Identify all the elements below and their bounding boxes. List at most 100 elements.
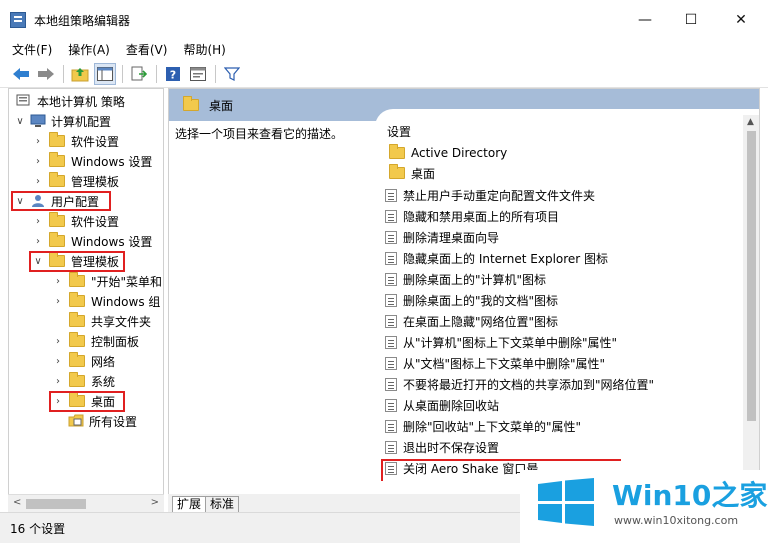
chevron-right-icon[interactable]: › bbox=[31, 236, 45, 247]
folder-icon bbox=[389, 144, 405, 159]
scrollbar-thumb[interactable] bbox=[26, 499, 86, 509]
filter-button[interactable] bbox=[221, 63, 243, 85]
list-item[interactable]: 隐藏和禁用桌面上的所有项目 bbox=[385, 206, 559, 226]
menu-file[interactable]: 文件(F) bbox=[12, 41, 52, 58]
list-item[interactable]: 从"计算机"图标上下文菜单中删除"属性" bbox=[385, 332, 617, 352]
chevron-right-icon[interactable]: › bbox=[31, 136, 45, 147]
watermark: Win10之家 www.win10xitong.com bbox=[520, 470, 768, 543]
chevron-right-icon[interactable]: › bbox=[51, 356, 65, 367]
tree-node-control-panel[interactable]: › 控制面板 bbox=[51, 331, 139, 351]
toolbar-separator bbox=[156, 64, 157, 83]
policy-setting-icon bbox=[385, 419, 397, 433]
list-item[interactable]: 删除清理桌面向导 bbox=[385, 227, 499, 247]
back-button[interactable] bbox=[10, 63, 32, 85]
chevron-right-icon[interactable]: › bbox=[31, 176, 45, 187]
tree-label: 本地计算机 策略 bbox=[37, 94, 125, 109]
list-item[interactable]: 删除桌面上的"我的文档"图标 bbox=[385, 290, 558, 310]
tree-node-root[interactable]: 本地计算机 策略 bbox=[13, 91, 125, 111]
show-hide-tree-button[interactable] bbox=[94, 62, 116, 85]
toolbar-separator bbox=[215, 64, 216, 83]
list-item[interactable]: 桌面 bbox=[385, 163, 435, 183]
policy-setting-icon bbox=[385, 356, 397, 370]
folder-icon bbox=[49, 172, 65, 187]
chevron-down-icon[interactable]: ∨ bbox=[13, 116, 27, 127]
scrollbar-thumb[interactable] bbox=[747, 131, 756, 421]
tree-node-uc-windows[interactable]: › Windows 设置 bbox=[31, 231, 152, 251]
tree-node-windows-components[interactable]: › Windows 组 bbox=[51, 291, 160, 311]
tree-label: "开始"菜单和 bbox=[91, 274, 163, 289]
policy-setting-icon bbox=[385, 230, 397, 244]
menu-bar: 文件(F) 操作(A) 查看(V) 帮助(H) bbox=[0, 38, 768, 60]
tree-node-computer-config[interactable]: ∨ 计算机配置 bbox=[13, 111, 111, 131]
properties-icon bbox=[190, 66, 206, 81]
tab-extended[interactable]: 扩展 bbox=[172, 496, 207, 512]
watermark-brand: Win10之家 bbox=[612, 479, 768, 512]
tree-horizontal-scrollbar[interactable]: < > bbox=[8, 494, 164, 512]
tree-node-start-menu[interactable]: › "开始"菜单和 bbox=[51, 271, 162, 291]
list-vertical-scrollbar[interactable]: ▲ bbox=[743, 115, 759, 495]
help-icon: ? bbox=[166, 66, 180, 81]
tree-label: Windows 设置 bbox=[71, 154, 153, 169]
list-item[interactable]: 删除"回收站"上下文菜单的"属性" bbox=[385, 416, 581, 436]
chevron-right-icon[interactable]: › bbox=[51, 376, 65, 387]
chevron-right-icon[interactable]: › bbox=[31, 216, 45, 227]
scroll-up-icon[interactable]: ▲ bbox=[747, 117, 754, 127]
watermark-url: www.win10xitong.com bbox=[614, 514, 739, 527]
toolbar-separator bbox=[63, 64, 64, 83]
maximize-button[interactable]: ☐ bbox=[668, 0, 714, 40]
list-item[interactable]: 不要将最近打开的文档的共享添加到"网络位置" bbox=[385, 374, 654, 394]
toolbar-separator bbox=[122, 64, 123, 83]
list-item[interactable]: 隐藏桌面上的 Internet Explorer 图标 bbox=[385, 248, 608, 268]
console-tree[interactable]: 本地计算机 策略 ∨ 计算机配置 › 软件设置 › Windows 设置 › 管… bbox=[8, 88, 164, 512]
menu-view[interactable]: 查看(V) bbox=[126, 41, 168, 58]
chevron-right-icon[interactable]: › bbox=[51, 336, 65, 347]
folder-icon bbox=[69, 332, 85, 347]
tab-standard[interactable]: 标准 bbox=[205, 496, 240, 512]
all-settings-icon bbox=[68, 414, 84, 428]
policy-setting-icon bbox=[385, 209, 397, 223]
list-item[interactable]: Active Directory bbox=[385, 143, 507, 163]
tree-node-network[interactable]: › 网络 bbox=[51, 351, 115, 371]
forward-button[interactable] bbox=[35, 63, 57, 85]
scroll-left-icon[interactable]: < bbox=[13, 497, 21, 508]
tree-node-shared-folders[interactable]: 共享文件夹 bbox=[51, 311, 151, 331]
list-item[interactable]: 在桌面上隐藏"网络位置"图标 bbox=[385, 311, 558, 331]
list-item[interactable]: 从桌面删除回收站 bbox=[385, 395, 499, 415]
help-button[interactable]: ? bbox=[162, 63, 184, 85]
policy-setting-icon bbox=[385, 314, 397, 328]
tree-node-uc-software[interactable]: › 软件设置 bbox=[31, 211, 119, 231]
tree-label: 共享文件夹 bbox=[91, 314, 152, 329]
chevron-right-icon[interactable]: › bbox=[31, 156, 45, 167]
list-item[interactable]: 从"文档"图标上下文菜单中删除"属性" bbox=[385, 353, 605, 373]
description-text: 选择一个项目来查看它的描述。 bbox=[175, 127, 344, 141]
tree-label: 所有设置 bbox=[89, 414, 138, 429]
list-item[interactable]: 删除桌面上的"计算机"图标 bbox=[385, 269, 546, 289]
chevron-right-icon[interactable]: › bbox=[51, 296, 65, 307]
policy-setting-icon bbox=[385, 251, 397, 265]
list-item[interactable]: 退出时不保存设置 bbox=[385, 437, 499, 457]
chevron-right-icon[interactable]: › bbox=[51, 276, 65, 287]
column-header-setting[interactable]: 设置 bbox=[387, 123, 411, 140]
settings-list[interactable]: 设置 Active Directory 桌面 禁止用户手动重定向配置文件文件夹 … bbox=[375, 109, 759, 489]
folder-icon bbox=[389, 164, 405, 179]
tree-node-cc-windows[interactable]: › Windows 设置 bbox=[31, 151, 152, 171]
properties-button[interactable] bbox=[187, 63, 209, 85]
details-pane: 桌面 选择一个项目来查看它的描述。 设置 Active Directory 桌面… bbox=[168, 88, 760, 512]
menu-help[interactable]: 帮助(H) bbox=[183, 41, 225, 58]
tree-label: 管理模板 bbox=[71, 174, 120, 189]
minimize-button[interactable]: — bbox=[622, 0, 668, 40]
menu-action[interactable]: 操作(A) bbox=[68, 41, 110, 58]
folder-icon bbox=[69, 352, 85, 367]
folder-icon bbox=[49, 152, 65, 167]
tree-node-all-settings[interactable]: 所有设置 bbox=[51, 411, 137, 431]
tree-node-cc-software[interactable]: › 软件设置 bbox=[31, 131, 119, 151]
list-item[interactable]: 禁止用户手动重定向配置文件文件夹 bbox=[385, 185, 595, 205]
forward-arrow-icon bbox=[38, 67, 54, 80]
close-button[interactable]: ✕ bbox=[714, 0, 768, 40]
scroll-right-icon[interactable]: > bbox=[151, 497, 159, 508]
export-list-button[interactable] bbox=[128, 63, 150, 85]
gpedit-app-icon bbox=[10, 12, 26, 28]
up-folder-button[interactable] bbox=[69, 63, 91, 85]
tree-node-cc-admin[interactable]: › 管理模板 bbox=[31, 171, 119, 191]
tree-node-system[interactable]: › 系统 bbox=[51, 371, 115, 391]
